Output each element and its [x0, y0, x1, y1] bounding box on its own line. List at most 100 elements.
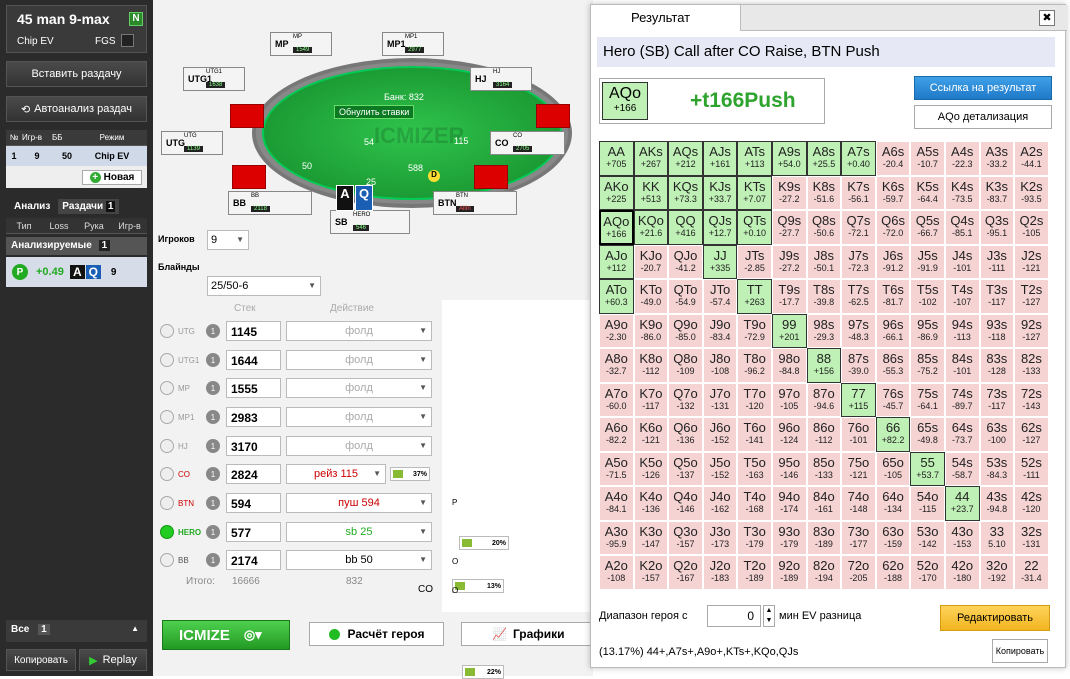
hand-cell[interactable]: 82s -133	[1014, 348, 1049, 383]
hand-cell[interactable]: 77 +115	[841, 382, 876, 417]
hand-cell[interactable]: 96o -124	[771, 417, 807, 452]
close-icon[interactable]: ✖	[1039, 10, 1055, 26]
hand-cell[interactable]: 54o -115	[910, 486, 945, 521]
hand-cell[interactable]: Q9s -27.7	[771, 210, 807, 245]
hand-cell[interactable]: 63o -159	[875, 520, 911, 555]
charts-button[interactable]: 📈 Графики	[461, 622, 593, 646]
hand-cell[interactable]: 43o -153	[944, 520, 980, 555]
hand-cell[interactable]: Q2s -105	[1014, 210, 1049, 245]
hand-cell[interactable]: 84o -161	[806, 486, 842, 521]
hand-cell[interactable]: ATs +113	[737, 141, 772, 176]
hand-cell[interactable]: 94s -113	[944, 313, 980, 348]
hand-detail-button[interactable]: AQo детализация	[914, 105, 1052, 129]
hand-cell[interactable]: J8s -50.1	[806, 244, 842, 279]
hand-cell[interactable]: T2s -127	[1014, 279, 1049, 314]
fgs-checkbox[interactable]	[121, 34, 134, 47]
hand-cell[interactable]: 53s -84.3	[979, 451, 1015, 486]
player-row-hero[interactable]: HERO 1 577 sb 25	[160, 521, 432, 543]
hand-cell[interactable]: 95s -86.9	[910, 313, 945, 348]
hand-cell[interactable]: 93s -118	[979, 313, 1015, 348]
player-row-utg1[interactable]: UTG1 1 1644 фолд	[160, 349, 432, 371]
hand-cell[interactable]: J4o -162	[702, 486, 738, 521]
hand-cell[interactable]: A2s -44.1	[1014, 141, 1049, 176]
hand-cell[interactable]: QJo -41.2	[668, 244, 703, 279]
hand-cell[interactable]: 99 +201	[771, 313, 807, 348]
hand-cell[interactable]: K9o -86.0	[633, 313, 669, 348]
hand-cell[interactable]: J4s -101	[944, 244, 980, 279]
min-ev-input[interactable]: 0	[707, 605, 761, 627]
player-row-mp[interactable]: MP 1 1555 фолд	[160, 377, 432, 399]
hand-cell[interactable]: 65o -105	[875, 451, 911, 486]
hand-cell[interactable]: J5s -91.9	[910, 244, 945, 279]
player-row-bb[interactable]: BB 1 2174 bb 50	[160, 549, 432, 571]
seat-utg[interactable]: UTG UTG 1139	[161, 131, 223, 155]
hand-cell[interactable]: K4s -73.5	[944, 175, 980, 210]
blinds-select[interactable]: 25/50-6	[207, 276, 321, 296]
hand-cell[interactable]: 64s -73.7	[944, 417, 980, 452]
hand-cell[interactable]: A2o -108	[599, 555, 634, 590]
hand-cell[interactable]: Q8s -50.6	[806, 210, 842, 245]
hand-cell[interactable]: K5s -64.4	[910, 175, 945, 210]
hand-cell[interactable]: J7s -72.3	[841, 244, 876, 279]
hand-cell[interactable]: Q7s -72.1	[841, 210, 876, 245]
hand-cell[interactable]: 73o -177	[841, 520, 876, 555]
bb-call-range-pct[interactable]: 22%	[462, 665, 504, 679]
hand-cell[interactable]: J6s -91.2	[875, 244, 911, 279]
hand-cell[interactable]: 33 5.10	[979, 520, 1015, 555]
hero-range-pct[interactable]: 13%	[452, 579, 504, 593]
col-loss[interactable]: Loss	[42, 221, 76, 231]
player-row-btn[interactable]: BTN 1 594 пуш 594	[160, 492, 432, 514]
col-players-2[interactable]: Игр-в	[112, 221, 147, 231]
hand-cell[interactable]: 94o -174	[771, 486, 807, 521]
players-select[interactable]: 9	[207, 230, 249, 250]
hand-cell[interactable]: A8s +25.5	[806, 141, 842, 176]
hand-cell[interactable]: 62s -127	[1014, 417, 1049, 452]
hand-cell[interactable]: KQs +73.3	[668, 175, 703, 210]
hand-cell[interactable]: AQs +212	[668, 141, 703, 176]
hand-cell[interactable]: 76o -101	[841, 417, 876, 452]
hand-cell[interactable]: 86o -112	[806, 417, 842, 452]
hand-cell[interactable]: 97s -48.3	[841, 313, 876, 348]
hand-cell[interactable]: T7s -62.5	[841, 279, 876, 314]
tab-hands[interactable]: Раздачи 1	[58, 198, 120, 214]
hand-cell[interactable]: K3o -147	[633, 520, 669, 555]
tab-analysis[interactable]: Анализ	[6, 201, 58, 212]
hand-row[interactable]: P +0.49 A Q 9	[6, 257, 147, 287]
hand-cell[interactable]: Q3o -157	[668, 520, 703, 555]
analyzed-group[interactable]: Анализируемые 1	[6, 237, 147, 255]
hand-cell[interactable]: 72o -205	[841, 555, 876, 590]
hand-cell[interactable]: Q6s -72.0	[875, 210, 911, 245]
hand-cell[interactable]: J5o -152	[702, 451, 738, 486]
hand-cell[interactable]: 82o -194	[806, 555, 842, 590]
hand-cell[interactable]: Q5s -66.7	[910, 210, 945, 245]
hand-cell[interactable]: K8o -112	[633, 348, 669, 383]
hand-cell[interactable]: 73s -117	[979, 382, 1015, 417]
hand-cell[interactable]: 53o -142	[910, 520, 945, 555]
hand-cell[interactable]: T9s -17.7	[771, 279, 807, 314]
hand-cell[interactable]: A9o -2.30	[599, 313, 634, 348]
all-filter[interactable]: Все 1 ▲	[6, 620, 147, 642]
icmize-button[interactable]: ICMIZE ◎▾	[162, 620, 290, 650]
hand-cell[interactable]: K7o -117	[633, 382, 669, 417]
hand-cell[interactable]: 22 -31.4	[1014, 555, 1049, 590]
hand-cell[interactable]: KJo -20.7	[633, 244, 669, 279]
hand-cell[interactable]: 85o -133	[806, 451, 842, 486]
hand-cell[interactable]: K9s -27.2	[771, 175, 807, 210]
hand-cell[interactable]: T3o -179	[737, 520, 772, 555]
hand-cell[interactable]: AKs +267	[633, 141, 669, 176]
hand-cell[interactable]: 62o -188	[875, 555, 911, 590]
hand-cell[interactable]: 63s -100	[979, 417, 1015, 452]
copy-range-button[interactable]: Копировать	[992, 639, 1048, 663]
hand-cell[interactable]: J3o -173	[702, 520, 738, 555]
hand-cell[interactable]: KTo -49.0	[633, 279, 669, 314]
hand-cell[interactable]: A9s +54.0	[771, 141, 807, 176]
hand-cell[interactable]: KTs +7.07	[737, 175, 772, 210]
player-row-mp1[interactable]: MP1 1 2983 фолд	[160, 406, 432, 428]
hand-cell[interactable]: T5o -163	[737, 451, 772, 486]
hand-cell[interactable]: AKo +225	[599, 175, 634, 210]
player-row-utg[interactable]: UTG 1 1145 фолд	[160, 320, 432, 342]
hand-cell[interactable]: 98o -84.8	[771, 348, 807, 383]
hand-cell[interactable]: J7o -131	[702, 382, 738, 417]
hand-cell[interactable]: J8o -108	[702, 348, 738, 383]
seat-mp1[interactable]: MP1 MP1 2977	[382, 32, 444, 56]
